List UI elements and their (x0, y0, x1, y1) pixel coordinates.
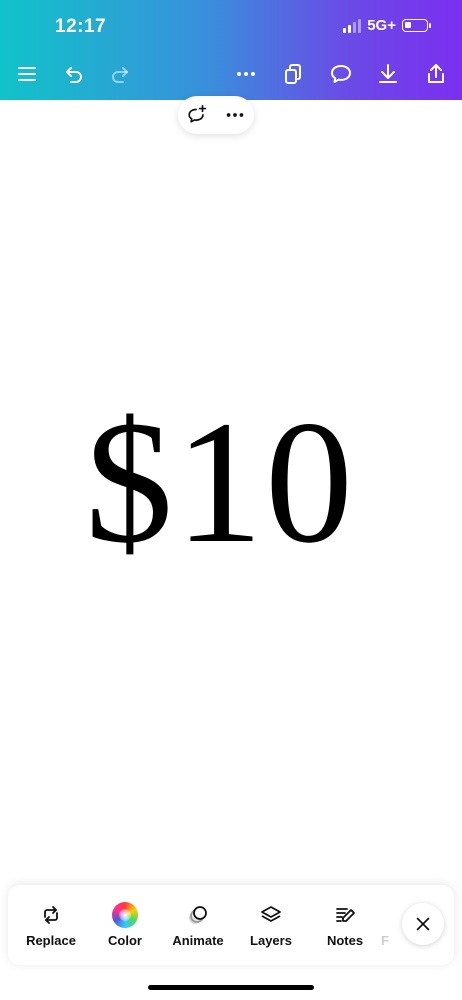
editor-toolbar (0, 58, 462, 90)
animate-label: Animate (172, 933, 224, 948)
close-button[interactable] (402, 903, 444, 945)
partial-tool-button[interactable]: F (370, 885, 400, 965)
network-label: 5G+ (367, 17, 396, 34)
status-time: 12:17 (55, 16, 107, 37)
close-icon (416, 917, 430, 931)
replace-label: Replace (26, 933, 76, 948)
floating-context-menu (178, 96, 254, 134)
bottom-tools-panel: Replace Color Animate Layers Notes F (8, 885, 454, 965)
more-icon[interactable] (230, 58, 262, 90)
share-icon[interactable] (420, 58, 452, 90)
comment-icon[interactable] (325, 58, 357, 90)
home-indicator (148, 985, 314, 990)
status-indicators: 5G+ (343, 17, 431, 34)
notes-icon (331, 901, 359, 929)
color-button[interactable]: Color (90, 885, 160, 965)
replace-button[interactable]: Replace (16, 885, 86, 965)
menu-icon[interactable] (11, 58, 43, 90)
battery-icon (402, 19, 431, 32)
layers-button[interactable]: Layers (236, 885, 306, 965)
replace-icon (37, 901, 65, 929)
animate-button[interactable]: Animate (163, 885, 233, 965)
notes-label: Notes (326, 933, 364, 948)
redo-icon[interactable] (104, 58, 136, 90)
top-bar: 12:17 5G+ (0, 0, 462, 100)
layers-label: Layers (250, 933, 292, 948)
layers-icon (257, 901, 285, 929)
color-wheel-icon (111, 901, 139, 929)
add-comment-icon[interactable] (182, 100, 212, 130)
undo-icon[interactable] (58, 58, 90, 90)
signal-icon (343, 18, 362, 33)
more-icon[interactable] (220, 100, 250, 130)
duplicate-icon[interactable] (277, 58, 309, 90)
animate-icon (184, 901, 212, 929)
download-icon[interactable] (372, 58, 404, 90)
canvas-text-element[interactable]: $10 (0, 395, 440, 571)
color-label: Color (108, 933, 142, 948)
partial-tool-label: F (381, 933, 389, 948)
